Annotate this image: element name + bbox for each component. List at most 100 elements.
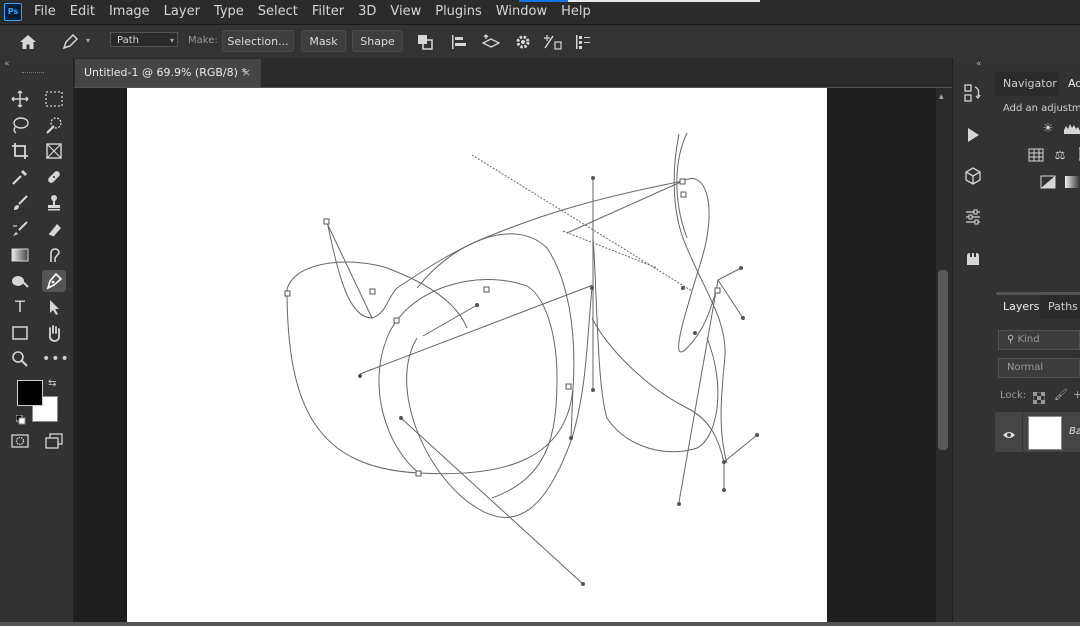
invert-icon[interactable] (1040, 174, 1056, 190)
rectangle-tool-icon[interactable] (8, 322, 32, 344)
eraser-tool-icon[interactable] (42, 218, 66, 240)
lock-position-icon[interactable]: + (1073, 388, 1080, 401)
menu-view[interactable]: View (390, 0, 421, 24)
lock-label: Lock: (1000, 390, 1027, 401)
vertical-scrollbar-thumb[interactable] (938, 270, 948, 450)
vibrance-icon[interactable] (1028, 147, 1044, 163)
path-alignment-icon[interactable] (448, 25, 470, 58)
quick-selection-tool-icon[interactable] (42, 114, 66, 136)
menu-help[interactable]: Help (561, 0, 591, 24)
path-drawing (284, 132, 759, 586)
align-edges-icon[interactable] (572, 25, 594, 58)
layer-row-divider (1022, 412, 1023, 452)
menu-window[interactable]: Window (496, 0, 547, 24)
hand-tool-icon[interactable] (42, 322, 66, 344)
search-bar[interactable] (568, 0, 760, 2)
path-operations-icon[interactable] (414, 25, 436, 58)
close-tab-icon[interactable]: × (242, 59, 251, 87)
gear-icon[interactable] (512, 25, 534, 58)
tab-paths[interactable]: Paths (1048, 295, 1078, 319)
chevron-down-icon: ▾ (169, 36, 174, 45)
levels-icon[interactable] (1064, 120, 1080, 136)
gradient-map-icon[interactable] (1064, 174, 1080, 190)
path-selection-tool-icon[interactable] (42, 296, 66, 318)
more-tools-icon[interactable]: ••• (42, 348, 69, 370)
menu-select[interactable]: Select (258, 0, 298, 24)
layer-filter-kind-value: Kind (1017, 334, 1040, 345)
menu-type[interactable]: Type (214, 0, 244, 24)
chevron-down-icon[interactable]: ▾ (86, 36, 90, 45)
auto-add-delete-icon[interactable] (541, 25, 565, 58)
mode-select-value: Path (117, 35, 139, 46)
menu-layer[interactable]: Layer (164, 0, 200, 24)
default-colors-icon[interactable] (15, 410, 26, 425)
menu-list: File Edit Image Layer Type Select Filter… (34, 0, 605, 24)
scroll-up-icon[interactable]: ▴ (939, 92, 944, 102)
lasso-tool-icon[interactable] (8, 114, 32, 136)
tab-adjustments[interactable]: Ad (1058, 72, 1080, 96)
make-label: Make: (188, 35, 218, 46)
layer-thumbnail[interactable] (1028, 416, 1062, 450)
properties-panel-icon[interactable] (961, 206, 985, 228)
marquee-tool-icon[interactable] (42, 88, 66, 110)
menu-filter[interactable]: Filter (312, 0, 344, 24)
gradient-tool-icon[interactable] (8, 244, 32, 266)
search-icon: ⚲ (1007, 334, 1015, 345)
menu-plugins[interactable]: Plugins (435, 0, 482, 24)
make-shape-button[interactable]: Shape (352, 30, 403, 52)
screen-mode-icon[interactable] (42, 430, 66, 452)
pen-tool-preset-icon[interactable] (58, 25, 82, 58)
document-tab[interactable]: Untitled-1 @ 69.9% (RGB/8) * × (75, 59, 261, 87)
clone-stamp-tool-icon[interactable] (42, 192, 66, 214)
type-tool-icon[interactable]: T (8, 296, 32, 318)
swap-colors-icon[interactable]: ⇆ (48, 378, 56, 389)
tab-layers[interactable]: Layers (995, 295, 1040, 319)
layer-visibility-eye-icon[interactable] (1002, 426, 1016, 438)
blend-mode-select[interactable]: Normal (998, 358, 1080, 378)
mode-select[interactable]: Path ▾ (110, 32, 178, 47)
toolbar-grip[interactable] (22, 72, 44, 76)
document-canvas[interactable] (127, 88, 827, 622)
layer-name[interactable]: Ba (1069, 426, 1080, 437)
layer-filter-kind[interactable]: ⚲ Kind (998, 330, 1080, 350)
collapse-strip-icon[interactable]: « (976, 59, 982, 69)
menu-edit[interactable]: Edit (70, 0, 95, 24)
quick-mask-icon[interactable] (8, 430, 32, 452)
document-tab-title: Untitled-1 @ 69.9% (RGB/8) * (84, 66, 247, 79)
photo-filter-icon[interactable] (1074, 147, 1080, 163)
color-balance-icon[interactable]: ⚖ (1052, 147, 1068, 163)
history-panel-icon[interactable] (961, 82, 985, 104)
lock-transparent-pixels-icon[interactable] (1032, 389, 1046, 408)
brush-tool-icon[interactable] (8, 192, 32, 214)
frame-tool-icon[interactable] (42, 140, 66, 162)
path-arrangement-icon[interactable] (480, 25, 502, 58)
make-mask-button[interactable]: Mask (301, 30, 346, 52)
collapse-panel-icon[interactable]: « (4, 59, 10, 69)
lock-image-pixels-icon[interactable]: 🖌 (1054, 388, 1068, 401)
search-bar-accent (519, 0, 568, 2)
tab-navigator[interactable]: Navigator (1003, 72, 1057, 96)
home-icon[interactable] (16, 25, 40, 58)
3d-panel-icon[interactable] (961, 165, 985, 187)
menu-file[interactable]: File (34, 0, 56, 24)
menu-3d[interactable]: 3D (358, 0, 376, 24)
panel-header (995, 58, 1080, 72)
zoom-tool-icon[interactable] (8, 348, 32, 370)
move-tool-icon[interactable] (8, 88, 32, 110)
libraries-panel-icon[interactable] (961, 247, 985, 269)
make-selection-button[interactable]: Selection... (222, 30, 294, 52)
smudge-tool-icon[interactable] (42, 244, 66, 266)
history-brush-tool-icon[interactable] (8, 218, 32, 240)
tab-layers-label: Layers (1003, 300, 1040, 313)
eyedropper-tool-icon[interactable] (8, 166, 32, 188)
dodge-tool-icon[interactable] (8, 270, 32, 292)
pen-tool-icon[interactable] (42, 270, 66, 292)
photoshop-logo-icon: Ps (4, 3, 22, 21)
actions-play-icon[interactable] (961, 124, 985, 146)
blend-mode-value: Normal (1007, 362, 1044, 373)
healing-brush-tool-icon[interactable] (42, 166, 66, 188)
crop-tool-icon[interactable] (8, 140, 32, 162)
menu-image[interactable]: Image (109, 0, 150, 24)
brightness-contrast-icon[interactable]: ☀ (1040, 120, 1056, 136)
foreground-color-swatch-front[interactable] (17, 380, 43, 406)
